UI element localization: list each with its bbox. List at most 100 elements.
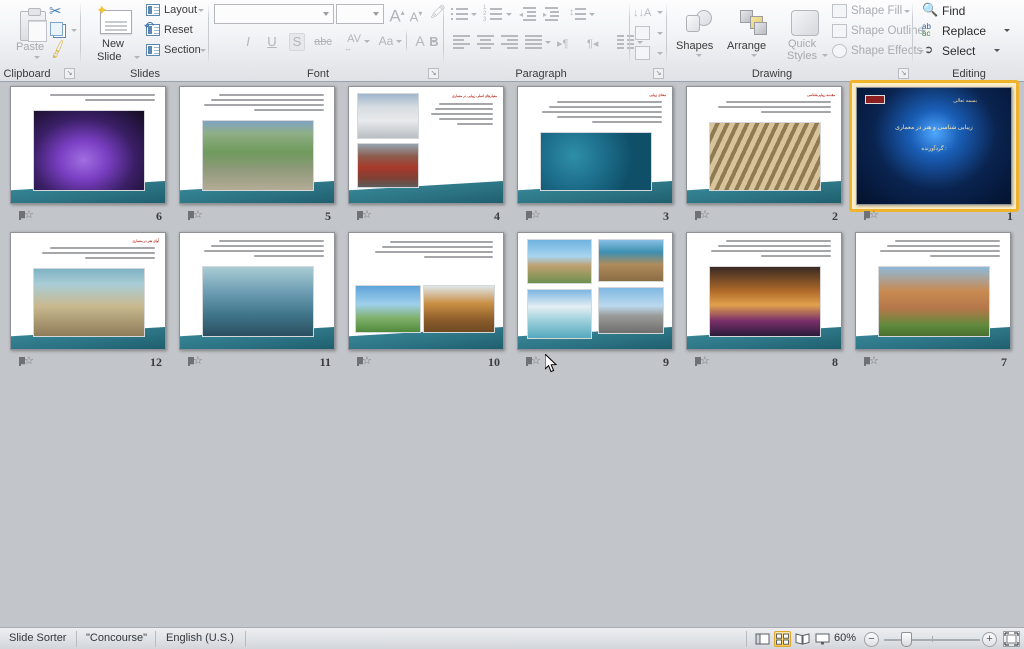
slide-thumbnail-7[interactable]: ☆ 7 bbox=[855, 232, 1024, 377]
status-language[interactable]: English (U.S.) bbox=[166, 632, 234, 644]
slide-thumb-frame[interactable] bbox=[855, 232, 1011, 350]
transition-star-icon[interactable]: ☆ bbox=[526, 356, 541, 368]
shape-outline-button[interactable]: Shape Outline bbox=[832, 22, 926, 40]
copy-button[interactable] bbox=[46, 21, 77, 39]
slide-thumbnail-5[interactable]: ☆ 5 bbox=[179, 86, 349, 231]
grow-font-button[interactable]: A▴ bbox=[388, 3, 406, 26]
transition-star-icon[interactable]: ☆ bbox=[526, 210, 541, 222]
new-slide-button[interactable]: ✦ New Slide bbox=[88, 2, 144, 63]
slide-thumbnail-1[interactable]: بسمه تعالی زیبایی شناسی و هنر در معماری گر… bbox=[849, 80, 1024, 231]
slide-thumb-frame[interactable]: بسمه تعالی زیبایی شناسی و هنر در معماری گر… bbox=[856, 87, 1012, 205]
slide-thumbnail-6[interactable]: ☆ 6 bbox=[10, 86, 180, 231]
line-spacing-chevron-down-icon[interactable] bbox=[589, 13, 595, 16]
line-spacing-button[interactable]: ↕ bbox=[569, 6, 595, 22]
transition-star-icon[interactable]: ☆ bbox=[19, 210, 34, 222]
numbering-chevron-down-icon[interactable] bbox=[506, 13, 512, 16]
cut-button[interactable]: ✂ bbox=[46, 2, 68, 20]
transition-star-icon[interactable]: ☆ bbox=[357, 210, 372, 222]
slide-thumbnail-2[interactable]: مقدمه زیبایی‌شناسی ☆ 2 bbox=[686, 86, 856, 231]
drawing-dialog-launcher[interactable]: ↘ bbox=[898, 68, 909, 79]
slide-thumb-frame[interactable] bbox=[517, 232, 673, 350]
transition-star-icon[interactable]: ☆ bbox=[188, 210, 203, 222]
quick-styles-chevron-down-icon[interactable] bbox=[822, 54, 828, 57]
slide-thumb-frame[interactable] bbox=[10, 86, 166, 204]
slide-thumbnail-3[interactable]: معنای زیبایی ☆ 3 bbox=[517, 86, 687, 231]
zoom-out-button[interactable]: − bbox=[864, 632, 879, 647]
italic-button[interactable]: I bbox=[241, 34, 255, 49]
slide-thumbnail-10[interactable]: ☆ 10 bbox=[348, 232, 518, 377]
normal-view-button[interactable] bbox=[754, 631, 771, 647]
zoom-level-label[interactable]: 60% bbox=[834, 632, 856, 644]
reading-view-button[interactable] bbox=[794, 631, 811, 647]
shape-fill-chevron-down-icon[interactable] bbox=[904, 10, 910, 13]
clear-formatting-button[interactable]: 🖍 bbox=[429, 4, 447, 20]
character-spacing-chevron-down-icon[interactable] bbox=[364, 40, 370, 43]
increase-indent-button[interactable]: ▸ bbox=[543, 6, 563, 22]
section-chevron-down-icon[interactable] bbox=[200, 49, 206, 52]
transition-star-icon[interactable]: ☆ bbox=[188, 356, 203, 368]
clipboard-dialog-launcher[interactable]: ↘ bbox=[64, 68, 75, 79]
strikethrough-button[interactable]: abc bbox=[311, 36, 335, 48]
quick-styles-button[interactable]: Quick Styles bbox=[780, 4, 830, 62]
numbering-button[interactable]: 123 bbox=[483, 5, 513, 23]
slide-thumbnail-11[interactable]: ☆ 11 bbox=[179, 232, 349, 377]
copy-chevron-down-icon[interactable] bbox=[71, 29, 77, 32]
rtl-button[interactable]: ¶◂ bbox=[587, 34, 611, 50]
change-case-button[interactable]: Aa bbox=[372, 34, 402, 48]
slide-sorter-workspace[interactable]: ☆ 6 ☆ 5 معیارهای اصلی زیبایی در معماری ☆ 4 معنا… bbox=[0, 80, 1024, 627]
convert-to-smartart-button[interactable] bbox=[633, 44, 663, 62]
select-chevron-down-icon[interactable] bbox=[994, 49, 1000, 52]
character-spacing-button[interactable]: AV ↔ bbox=[340, 33, 370, 53]
layout-chevron-down-icon[interactable] bbox=[198, 9, 204, 12]
slide-show-view-button[interactable] bbox=[814, 631, 831, 647]
slide-thumbnail-8[interactable]: ☆ 8 bbox=[686, 232, 856, 377]
reset-button[interactable]: ↶ Reset bbox=[144, 19, 202, 39]
justify-button[interactable] bbox=[523, 34, 551, 50]
shapes-chevron-down-icon[interactable] bbox=[696, 54, 702, 57]
font-size-combo[interactable] bbox=[336, 4, 384, 24]
replace-chevron-down-icon[interactable] bbox=[1004, 29, 1010, 32]
slide-sorter-view-button[interactable] bbox=[774, 631, 791, 647]
shapes-button[interactable]: Shapes bbox=[674, 4, 726, 60]
slide-thumb-frame[interactable]: آوای هنر در معماری bbox=[10, 232, 166, 350]
change-case-chevron-down-icon[interactable] bbox=[396, 40, 402, 43]
justify-chevron-down-icon[interactable] bbox=[545, 41, 551, 44]
zoom-in-button[interactable]: + bbox=[982, 632, 997, 647]
bullets-chevron-down-icon[interactable] bbox=[471, 13, 477, 16]
text-direction-chevron-down-icon[interactable] bbox=[657, 11, 663, 14]
slide-thumb-frame[interactable] bbox=[686, 232, 842, 350]
fit-slide-to-window-button[interactable] bbox=[1003, 631, 1020, 647]
transition-star-icon[interactable]: ☆ bbox=[695, 210, 710, 222]
paste-chevron-down-icon[interactable] bbox=[34, 56, 40, 59]
section-button[interactable]: Section bbox=[146, 41, 206, 59]
layout-button[interactable]: Layout bbox=[146, 1, 206, 19]
transition-star-icon[interactable]: ☆ bbox=[695, 356, 710, 368]
slide-thumb-frame[interactable]: معنای زیبایی bbox=[517, 86, 673, 204]
font-color-chevron-down-icon[interactable] bbox=[431, 40, 437, 43]
shrink-font-button[interactable]: A▾ bbox=[408, 6, 424, 25]
slide-thumbnail-4[interactable]: معیارهای اصلی زیبایی در معماری ☆ 4 bbox=[348, 86, 518, 231]
align-right-button[interactable] bbox=[499, 34, 521, 50]
slide-thumbnail-12[interactable]: آوای هنر در معماری ☆ 12 bbox=[10, 232, 180, 377]
transition-star-icon[interactable]: ☆ bbox=[19, 356, 34, 368]
text-shadow-button[interactable]: S bbox=[289, 33, 305, 51]
slide-thumb-frame[interactable] bbox=[179, 86, 335, 204]
replace-button[interactable]: ab ac Replace bbox=[922, 21, 1010, 39]
font-size-chevron-down-icon[interactable] bbox=[373, 12, 379, 16]
align-text-button[interactable] bbox=[633, 24, 663, 42]
transition-star-icon[interactable]: ☆ bbox=[864, 210, 879, 222]
slide-thumb-frame[interactable] bbox=[348, 232, 504, 350]
select-button[interactable]: ➲ Select bbox=[922, 41, 1002, 59]
underline-button[interactable]: U bbox=[265, 34, 279, 49]
transition-star-icon[interactable]: ☆ bbox=[357, 356, 372, 368]
arrange-chevron-down-icon[interactable] bbox=[751, 54, 757, 57]
slide-thumbnail-9[interactable]: ☆ 9 bbox=[517, 232, 687, 377]
slide-thumb-frame[interactable] bbox=[179, 232, 335, 350]
align-text-chevron-down-icon[interactable] bbox=[657, 32, 663, 35]
shape-effects-button[interactable]: Shape Effects bbox=[832, 42, 924, 60]
new-slide-chevron-down-icon[interactable] bbox=[134, 56, 140, 59]
smartart-chevron-down-icon[interactable] bbox=[657, 52, 663, 55]
status-theme-name[interactable]: "Concourse" bbox=[86, 632, 147, 644]
slide-thumb-frame[interactable]: مقدمه زیبایی‌شناسی bbox=[686, 86, 842, 204]
text-direction-button[interactable]: ↓↓A bbox=[633, 3, 663, 21]
